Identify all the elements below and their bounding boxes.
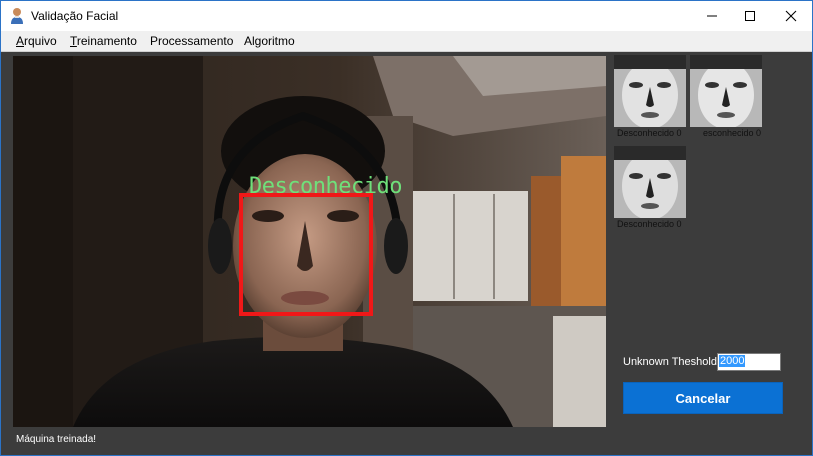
minimize-icon	[707, 15, 717, 17]
menu-bar: Arquivo Treinamento Processamento Algori…	[1, 31, 812, 52]
face-thumbnail-image	[614, 55, 686, 127]
thumbnail-caption: esconhecido 0	[703, 128, 762, 138]
menu-arquivo-mnemonic: A	[16, 34, 25, 48]
face-thumbnail-image	[614, 146, 686, 218]
menu-algoritmo[interactable]: Algoritmo	[244, 34, 295, 48]
close-button[interactable]	[771, 1, 811, 31]
close-icon	[785, 10, 797, 22]
threshold-value: 2000	[719, 355, 746, 367]
app-window: Validação Facial Arquivo Treinamento Pro…	[0, 0, 813, 456]
face-detection-box	[239, 193, 373, 316]
threshold-label: Unknown Theshold:	[623, 356, 721, 368]
face-thumbnail	[614, 55, 686, 127]
face-thumbnail	[690, 55, 762, 127]
camera-view: Desconhecido	[13, 56, 606, 427]
cancel-button[interactable]: Cancelar	[623, 382, 783, 414]
maximize-button[interactable]	[730, 1, 770, 31]
menu-treinamento-mnemonic: T	[70, 34, 77, 48]
person-icon	[11, 8, 23, 24]
minimize-button[interactable]	[692, 1, 732, 31]
menu-arquivo-rest: rquivo	[24, 34, 57, 48]
menu-treinamento[interactable]: Treinamento	[70, 34, 137, 48]
menu-arquivo[interactable]: Arquivo	[16, 34, 57, 48]
threshold-input[interactable]: 2000	[717, 353, 781, 371]
title-bar: Validação Facial	[1, 1, 812, 31]
face-thumbnail-image	[690, 55, 762, 127]
main-panel: Desconhecido Desconhecido 0 esconhecido …	[1, 52, 812, 455]
window-title: Validação Facial	[31, 9, 119, 23]
status-text: Máquina treinada!	[16, 434, 97, 445]
menu-treinamento-rest: reinamento	[76, 34, 137, 48]
maximize-icon	[745, 11, 755, 21]
thumbnail-caption: Desconhecido 0	[617, 128, 682, 138]
thumbnail-caption: Desconhecido 0	[617, 219, 682, 229]
menu-processamento[interactable]: Processamento	[150, 34, 233, 48]
face-thumbnail	[614, 146, 686, 218]
